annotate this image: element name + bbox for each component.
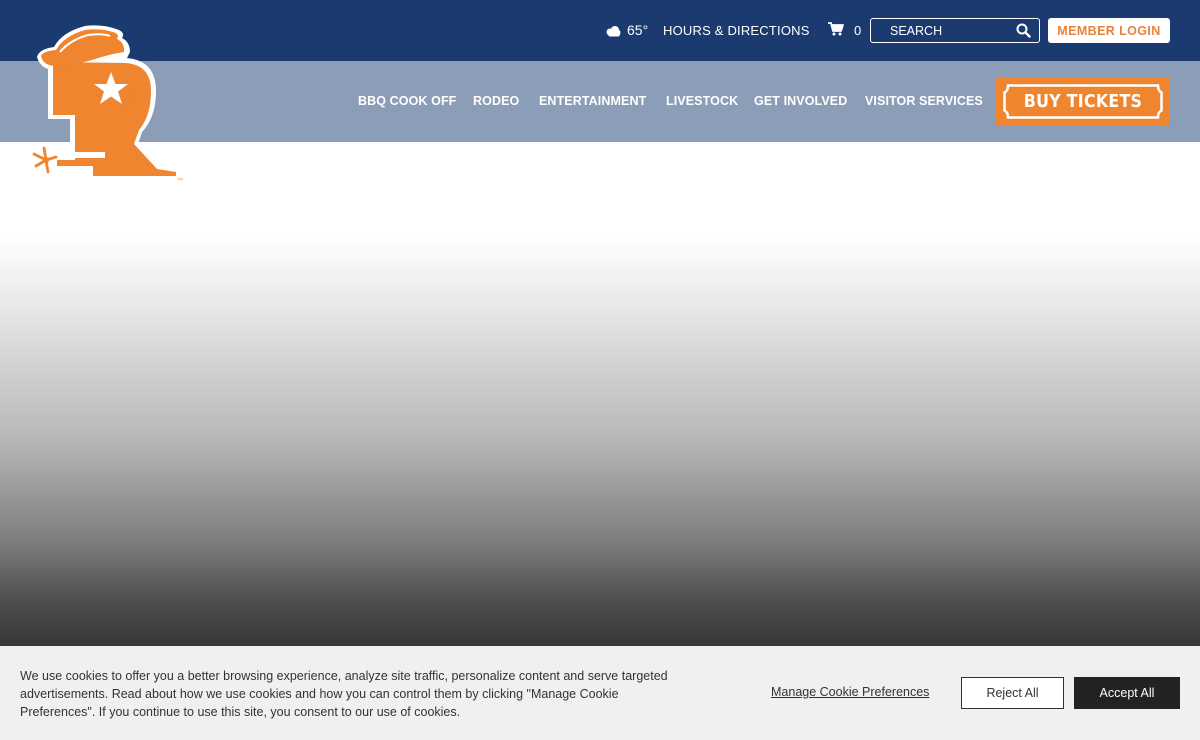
manage-cookie-preferences-link[interactable]: Manage Cookie Preferences [771, 685, 929, 699]
search-input[interactable] [871, 19, 1011, 42]
search-box [870, 18, 1040, 43]
reject-all-button[interactable]: Reject All [961, 677, 1064, 709]
cloudy-weather-icon [605, 24, 622, 37]
cart-link[interactable]: 0 [828, 22, 861, 39]
rodeo-r-cowboy-boot-logo: ™ [32, 25, 183, 184]
shopping-cart-icon [828, 22, 844, 39]
cookie-banner-text: We use cookies to offer you a better bro… [20, 669, 668, 719]
nav-item-visitor-services[interactable]: VISITOR SERVICES [865, 94, 983, 108]
hours-directions-link[interactable]: HOURS & DIRECTIONS [663, 23, 810, 38]
buy-tickets-label: BUY TICKETS [1023, 91, 1143, 112]
nav-item-livestock[interactable]: LIVESTOCK [666, 94, 738, 108]
nav-item-entertainment[interactable]: ENTERTAINMENT [539, 94, 646, 108]
site-logo[interactable]: ™ [30, 24, 190, 186]
weather-widget[interactable]: 65° [605, 22, 648, 38]
cart-count: 0 [854, 23, 862, 38]
weather-temperature: 65° [627, 22, 649, 38]
accept-all-button[interactable]: Accept All [1074, 677, 1180, 709]
buy-tickets-button[interactable]: BUY TICKETS [996, 77, 1170, 126]
member-login-button[interactable]: MEMBER LOGIN [1048, 18, 1170, 43]
hero-banner [0, 142, 1200, 646]
nav-item-get-involved[interactable]: GET INVOLVED [754, 94, 847, 108]
trademark-mark: ™ [177, 177, 183, 184]
search-icon[interactable] [1016, 23, 1031, 43]
nav-item-bbq-cook-off[interactable]: BBQ COOK OFF [358, 94, 456, 108]
nav-item-rodeo[interactable]: RODEO [473, 94, 519, 108]
cookie-banner: We use cookies to offer you a better bro… [0, 646, 1200, 740]
